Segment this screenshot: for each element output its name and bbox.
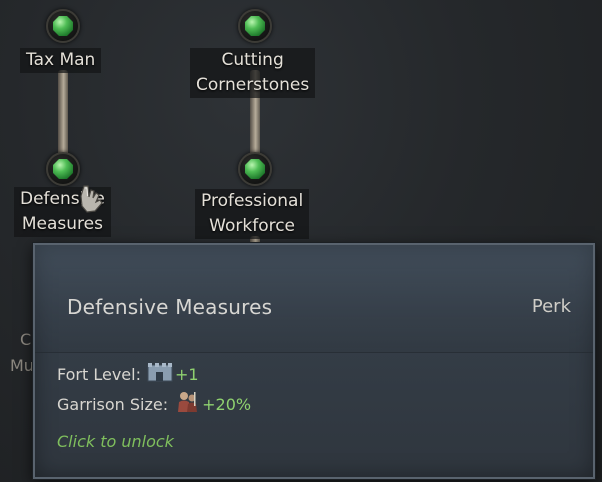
- perk-label-line: Cornerstones: [196, 75, 310, 95]
- effect-fort-level: Fort Level: +1: [57, 361, 199, 387]
- green-gem-icon: [245, 16, 265, 36]
- tooltip-title: Defensive Measures: [67, 295, 273, 319]
- green-gem-icon: [53, 159, 73, 179]
- perk-node-cutting-cornerstones[interactable]: [238, 9, 272, 43]
- tooltip-type: Perk: [531, 296, 571, 317]
- perk-label-cutting-cornerstones[interactable]: Cutting Cornerstones: [190, 48, 316, 98]
- perk-label-line: Cutting: [221, 50, 284, 70]
- effect-label: Fort Level:: [57, 364, 141, 384]
- perk-node-professional-workforce[interactable]: [238, 152, 272, 186]
- effect-label: Garrison Size:: [57, 394, 169, 414]
- perk-label-line: Measures: [21, 214, 103, 234]
- green-gem-icon: [245, 159, 265, 179]
- partial-perk-label: C: [20, 330, 32, 349]
- effect-value: +1: [174, 364, 199, 384]
- fort-icon: [147, 362, 173, 386]
- perk-label-professional-workforce[interactable]: Professional Workforce: [195, 189, 310, 239]
- green-gem-icon: [53, 16, 73, 36]
- perk-label-tax-man[interactable]: Tax Man: [20, 48, 102, 73]
- gauntlet-hand-cursor-icon: [78, 184, 104, 214]
- perk-label-line: Professional: [201, 191, 304, 211]
- perk-node-defensive-measures[interactable]: [46, 152, 80, 186]
- garrison-soldiers-icon: [174, 390, 200, 418]
- perk-label-line: Tax Man: [26, 50, 96, 70]
- effect-garrison-size: Garrison Size: +20%: [57, 391, 251, 417]
- perk-label-line: Workforce: [209, 216, 296, 236]
- perk-tooltip: Defensive Measures Perk Fort Level: +1 G…: [33, 243, 595, 479]
- effect-value: +20%: [202, 394, 252, 414]
- click-to-unlock-hint: Click to unlock: [57, 432, 174, 451]
- partial-perk-label: Mu: [10, 356, 34, 375]
- perk-node-tax-man[interactable]: [46, 9, 80, 43]
